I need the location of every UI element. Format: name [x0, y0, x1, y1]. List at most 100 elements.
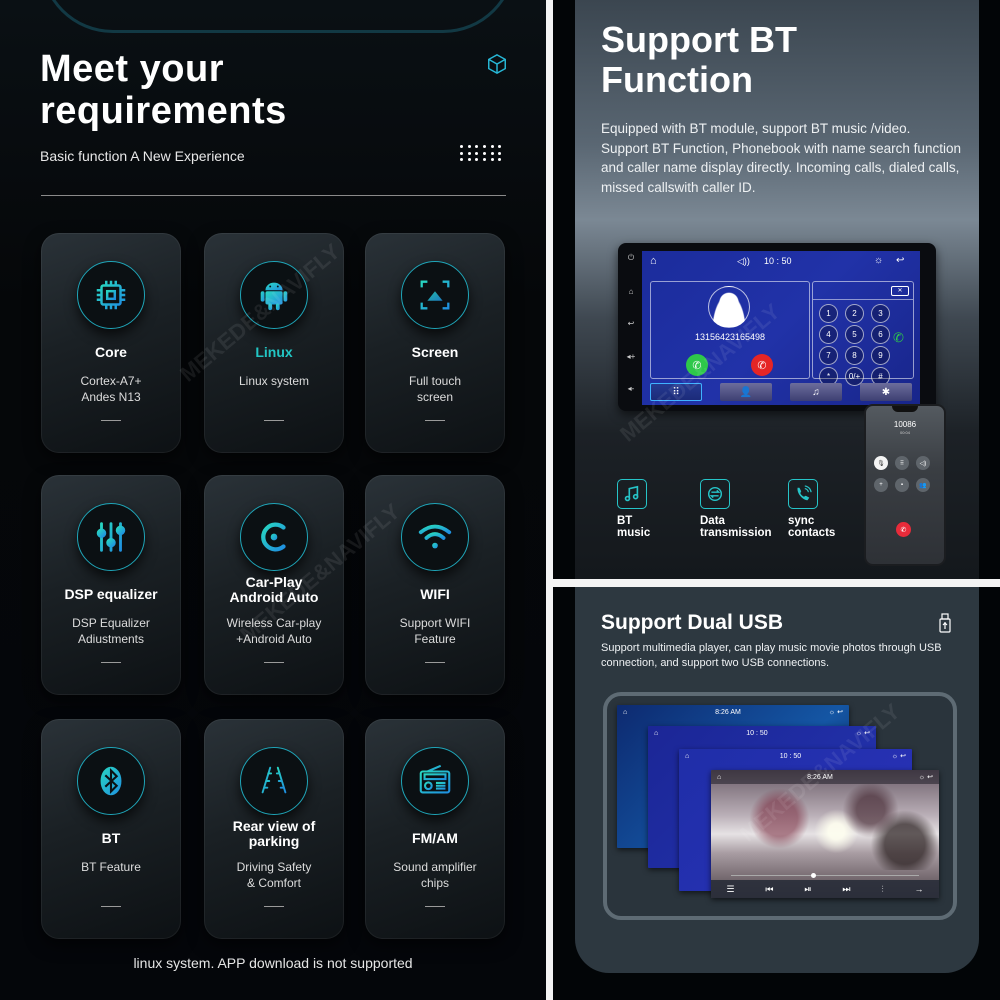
card-title: Linux: [255, 344, 293, 360]
card-title: FM/AM: [412, 830, 458, 846]
bt-title: Support BT Function: [601, 19, 797, 100]
dial-key[interactable]: 5: [845, 325, 864, 344]
head-unit-side-buttons: ⏻ ⌂ ↩ ◂+ ◂-: [624, 253, 638, 393]
caller-number: 13156423165498: [694, 332, 766, 342]
caller-panel: 13156423165498 ✆ ✆: [650, 281, 810, 379]
home-icon[interactable]: ⌂: [623, 709, 627, 716]
back-icon[interactable]: ☼ ↩: [856, 729, 870, 737]
phone-call-number: 10086: [893, 420, 917, 429]
card-title: DSP equalizer: [64, 586, 158, 602]
speaker-icon[interactable]: ◁): [916, 456, 930, 470]
progress-handle[interactable]: [811, 873, 816, 878]
player-controls: ☰ ⏮ ⏯ ⏭ ⫶ →: [711, 880, 939, 898]
dial-call-icon[interactable]: ✆: [893, 330, 904, 346]
feature-card-radio: FM/AM Sound amplifier chips: [365, 719, 505, 939]
card-dash: [264, 420, 284, 421]
card-dash: [101, 906, 121, 907]
dial-pad: ✕ 1 2 3 4 5 6 7 8 9 * 0/+ # ✆: [812, 281, 914, 386]
dial-key[interactable]: 2: [845, 304, 864, 323]
backspace-icon[interactable]: ✕: [891, 286, 909, 296]
next-icon[interactable]: ⏭: [842, 884, 850, 895]
dial-key[interactable]: 7: [819, 346, 838, 365]
contacts-tab[interactable]: 👤: [720, 383, 772, 401]
title-line-1: Meet your: [40, 48, 224, 90]
vertical-divider: [546, 0, 553, 1000]
bt-description: Equipped with BT module, support BT musi…: [601, 121, 961, 195]
horizontal-divider: [553, 579, 1000, 587]
card-description: BT Feature: [81, 860, 141, 874]
footnote: linux system. APP download is not suppor…: [133, 955, 413, 971]
home-side-icon[interactable]: ⌂: [629, 287, 634, 296]
card-description: Cortex-A7+ Andes N13: [80, 374, 142, 404]
dial-key[interactable]: 8: [845, 346, 864, 365]
subtitle: Basic function A New Experience: [40, 148, 245, 164]
title-line-2: requirements: [40, 90, 287, 132]
video-progress-bar[interactable]: [731, 873, 919, 878]
phone-call-status: 00:04: [899, 430, 910, 435]
play-pause-icon[interactable]: ⏯: [804, 884, 811, 895]
carplay-c-icon: [261, 522, 286, 552]
mute-mic-icon[interactable]: 🎙: [874, 456, 888, 470]
sync-arrows-icon: [707, 486, 723, 502]
dial-key[interactable]: 3: [871, 304, 890, 323]
head-unit-screen: ⌂ ◁)) 10 : 50 ☼ ↩ 13156423165498 ✆ ✆ ✕ 1…: [642, 251, 920, 405]
usb-drive-icon: [939, 613, 951, 633]
card-description: DSP Equalizer Adiustments: [72, 616, 150, 646]
page-title: Meet your requirements: [40, 48, 287, 132]
equalizer-icon[interactable]: ⫶: [881, 884, 883, 895]
forward-arrow-icon[interactable]: →: [914, 884, 923, 894]
keypad-icon[interactable]: ⠿: [895, 456, 909, 470]
card-dash: [425, 906, 445, 907]
card-title: Screen: [411, 344, 459, 360]
card-dash: [101, 662, 121, 663]
bluetooth-tab[interactable]: ✱: [860, 383, 912, 401]
dialpad-tab[interactable]: ⠿: [650, 383, 702, 401]
dial-key[interactable]: 4: [819, 325, 838, 344]
contacts-icon[interactable]: 👥: [916, 478, 930, 492]
back-side-icon[interactable]: ↩: [628, 319, 635, 328]
android-robot-icon: [260, 282, 288, 311]
divider-line: [41, 195, 506, 196]
dial-key[interactable]: 9: [871, 346, 890, 365]
bluetooth-icon: [100, 766, 122, 796]
feature-card-carplay: Car-Play Android Auto Wireless Car-play +A…: [204, 475, 344, 695]
accept-call-button[interactable]: ✆: [686, 354, 708, 376]
feature-card-bt: BT BT Feature: [41, 719, 181, 939]
back-icon[interactable]: ☼ ↩: [892, 752, 906, 760]
power-icon[interactable]: ⏻: [628, 253, 634, 263]
card-title: Rear view of parking: [232, 818, 316, 849]
back-icon[interactable]: ☼ ↩: [829, 708, 843, 716]
feature-card-screen: Screen Full touch screen: [365, 233, 505, 453]
back-icon[interactable]: ☼ ↩: [919, 773, 933, 781]
card-dash: [264, 662, 284, 663]
feature-sync-contacts: sync contacts: [788, 479, 908, 539]
dial-key[interactable]: 6: [871, 325, 890, 344]
previous-icon[interactable]: ⏮: [765, 884, 773, 895]
card-dash: [425, 420, 445, 421]
home-icon[interactable]: ⌂: [654, 730, 658, 737]
brightness-icon[interactable]: ☼: [874, 255, 883, 266]
reject-call-button[interactable]: ✆: [751, 354, 773, 376]
usb-title: Support Dual USB: [601, 611, 783, 634]
back-icon[interactable]: ↩: [896, 255, 904, 266]
feature-card-linux: Linux Linux system: [204, 233, 344, 453]
screen-scan-icon: [420, 280, 450, 310]
volume-up-icon[interactable]: ◂+: [627, 352, 636, 361]
home-icon[interactable]: ⌂: [717, 774, 721, 781]
home-icon[interactable]: ⌂: [650, 255, 657, 267]
feature-card-core: Core Cortex-A7+ Andes N13: [41, 233, 181, 453]
playlist-icon[interactable]: ☰: [726, 884, 734, 895]
home-icon[interactable]: ⌂: [685, 753, 689, 760]
dial-key[interactable]: 1: [819, 304, 838, 323]
card-description: Driving Safety & Comfort: [236, 860, 312, 890]
caller-avatar: [708, 286, 750, 328]
music-tab[interactable]: ♫: [790, 383, 842, 401]
cpu-chip-icon: [96, 280, 126, 310]
cube-icon: [488, 53, 506, 75]
usb-description: Support multimedia player, can play musi…: [601, 642, 942, 669]
music-note-icon: [624, 485, 639, 502]
card-title: Car-Play Android Auto: [229, 574, 319, 605]
decorative-dot-grid: [460, 145, 506, 165]
volume-icon[interactable]: ◁)): [737, 256, 750, 267]
volume-down-icon[interactable]: ◂-: [628, 384, 635, 393]
